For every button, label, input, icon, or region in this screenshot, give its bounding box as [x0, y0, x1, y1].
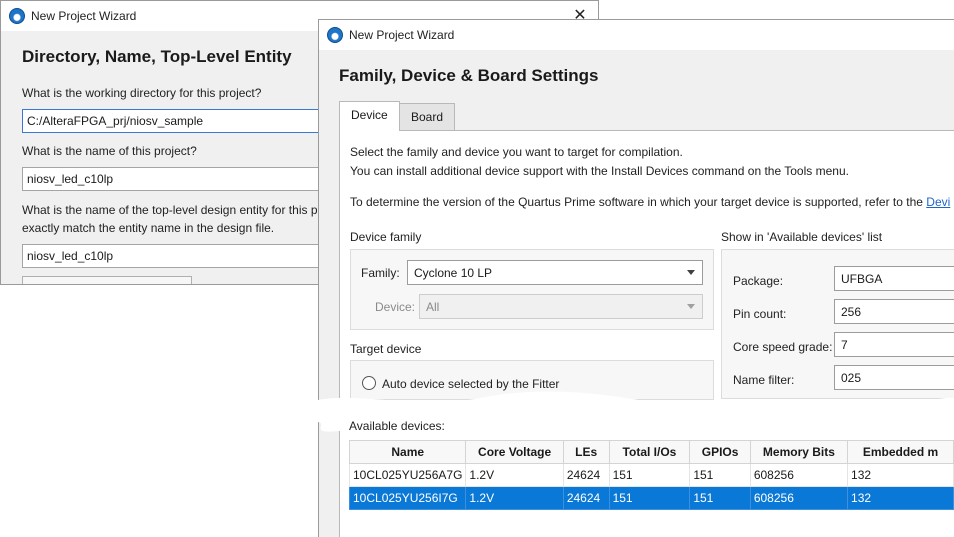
- cell-gpios: 151: [689, 486, 751, 510]
- column-header-total-ios[interactable]: Total I/Os: [608, 440, 691, 464]
- cell-memory-bits: 608256: [749, 463, 849, 487]
- cell-memory-bits: 608256: [749, 486, 849, 510]
- tab-device[interactable]: Device: [339, 101, 400, 131]
- available-devices-table: Name Core Voltage LEs Total I/Os GPIOs M…: [348, 440, 954, 510]
- cell-total-ios: 151: [608, 463, 691, 487]
- column-header-gpios[interactable]: GPIOs: [689, 440, 751, 464]
- column-header-core-voltage[interactable]: Core Voltage: [465, 440, 564, 464]
- table-row[interactable]: 10CL025YU256I7G 1.2V 24624 151 151 608256 132: [348, 486, 954, 510]
- cell-gpios: 151: [689, 463, 751, 487]
- column-header-les[interactable]: LEs: [562, 440, 610, 464]
- cell-name: 10CL025YU256I7G: [348, 486, 467, 510]
- table-row[interactable]: 10CL025YU256A7G 1.2V 24624 151 151 608256 132: [348, 463, 954, 487]
- table-header-row: Name Core Voltage LEs Total I/Os GPIOs M…: [348, 440, 954, 464]
- cell-total-ios: 151: [608, 486, 691, 510]
- available-devices-label: Available devices:: [349, 419, 445, 433]
- cell-les: 24624: [562, 463, 610, 487]
- available-devices-body: 10CL025YU256A7G 1.2V 24624 151 151 608256 132 1…: [348, 463, 954, 510]
- cell-name: 10CL025YU256A7G: [348, 463, 467, 487]
- cell-embedded: 132: [847, 486, 954, 510]
- column-header-memory-bits[interactable]: Memory Bits: [749, 440, 849, 464]
- cell-core-voltage: 1.2V: [465, 486, 564, 510]
- cell-core-voltage: 1.2V: [465, 463, 564, 487]
- column-header-name[interactable]: Name: [348, 440, 467, 464]
- cell-embedded: 132: [847, 463, 954, 487]
- cell-les: 24624: [562, 486, 610, 510]
- column-header-embedded[interactable]: Embedded m: [847, 440, 954, 464]
